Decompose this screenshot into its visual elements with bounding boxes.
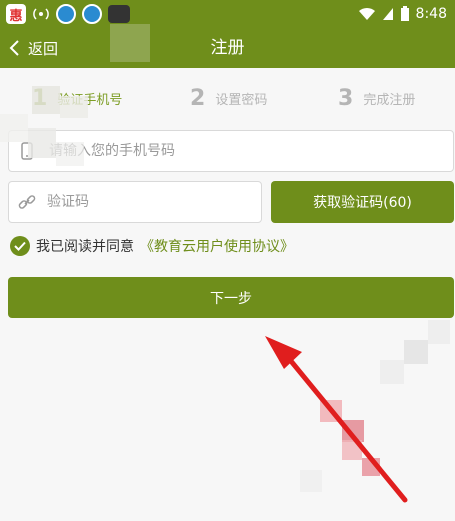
- app-icon-dark: [108, 5, 130, 23]
- step-2: 2 设置密码: [190, 86, 267, 111]
- step-label: 完成注册: [363, 93, 416, 108]
- red-arrow-icon: [265, 336, 408, 503]
- agree-checkbox[interactable]: [10, 236, 30, 256]
- step-label: 设置密码: [215, 93, 268, 108]
- app-icon-blue-1: [56, 4, 76, 24]
- next-button[interactable]: 下一步: [8, 277, 454, 318]
- chevron-left-icon: [9, 40, 19, 56]
- phone-input[interactable]: [47, 142, 453, 160]
- signal-icon: [33, 8, 49, 20]
- wifi-icon: [358, 7, 375, 20]
- app-header: 返回 注册: [0, 28, 455, 68]
- code-input[interactable]: [45, 193, 261, 211]
- cell-signal-icon: [382, 8, 393, 20]
- back-label: 返回: [28, 39, 59, 58]
- app-icon-red: 惠: [6, 4, 26, 24]
- page-title: 注册: [210, 38, 245, 58]
- step-number: 2: [190, 86, 206, 111]
- get-code-button[interactable]: 获取验证码(60): [271, 181, 454, 223]
- app-icon-blue-2: [82, 4, 102, 24]
- agreement-row: 我已阅读并同意 《教育云用户使用协议》: [10, 236, 294, 256]
- agreement-text: 我已阅读并同意: [36, 239, 134, 255]
- status-bar: 惠 8:48: [0, 0, 455, 28]
- step-3: 3 完成注册: [338, 86, 415, 111]
- code-field[interactable]: [8, 181, 262, 223]
- clock: 8:48: [415, 6, 447, 22]
- battery-icon: [400, 6, 409, 21]
- step-number: 3: [338, 86, 354, 111]
- agreement-link[interactable]: 《教育云用户使用协议》: [140, 236, 294, 256]
- check-icon: [14, 241, 26, 251]
- back-button[interactable]: 返回: [8, 28, 58, 68]
- link-icon: [18, 195, 36, 209]
